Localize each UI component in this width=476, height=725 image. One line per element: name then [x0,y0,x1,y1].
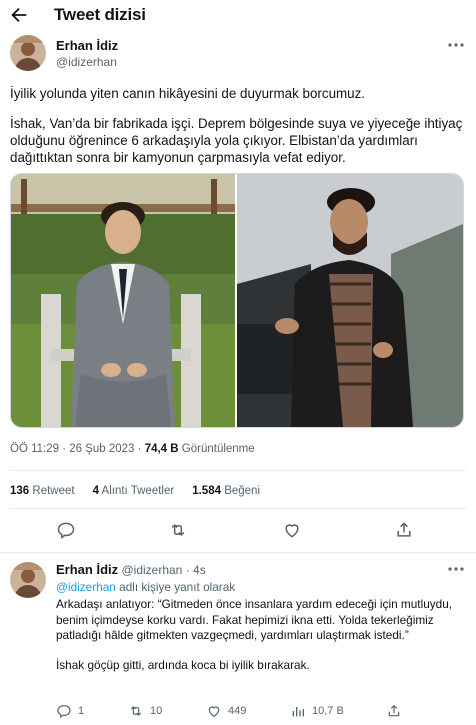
retweets-stat[interactable]: 136 Retweet [10,485,75,497]
retweets-label: Retweet [32,485,75,497]
likes-label: Beğeni [224,485,260,497]
more-button[interactable] [446,38,466,52]
back-button[interactable] [8,4,30,26]
reply-paragraph: Arkadaşı anlatıyor: “Gitmeden önce insan… [56,597,453,642]
author-avatar[interactable] [10,35,46,71]
share-button[interactable] [394,520,416,542]
reply-likes-count: 449 [228,705,247,717]
replying-to-handle[interactable]: @idizerhan [56,580,116,594]
reply-author-line: Erhan İdiz @idizerhan · 4s [56,562,206,577]
reply-views-count: 10,7 B [312,705,344,717]
likes-stat[interactable]: 1.584 Beğeni [192,485,260,497]
quotes-label: Alıntı Tweetler [101,485,175,497]
reply-button[interactable] [56,520,78,542]
more-icon [448,567,464,571]
reply-icon [57,522,75,539]
tweet-time[interactable]: ÖÖ 11:29 · 26 Şub 2023 · [10,443,145,455]
author-handle[interactable]: @idizerhan [56,55,117,69]
retweet-icon [171,523,185,537]
author-name[interactable]: Erhan İdiz [56,38,118,53]
divider [10,470,466,471]
reply-replies-count: 1 [78,705,85,717]
views-label: Görüntülenme [181,443,255,455]
like-icon [285,524,299,538]
views-count: 74,4 B [144,443,179,455]
reply-author-avatar[interactable] [10,562,46,598]
quotes-count: 4 [92,485,99,497]
reply-retweets-count: 10 [150,705,163,717]
retweet-icon [130,706,142,716]
photo-left[interactable] [11,174,235,427]
divider [0,552,476,553]
reply-icon [57,705,71,719]
replying-to: @idizerhan adlı kişiye yanıt olarak [56,580,235,594]
like-icon [208,706,220,718]
retweet-button[interactable] [168,520,190,542]
page-title: Tweet dizisi [54,5,146,24]
reply-retweet-button[interactable]: 10 [128,702,162,720]
reply-time[interactable]: · 4s [186,563,206,577]
retweets-count: 136 [10,485,30,497]
tweet-media[interactable] [10,173,464,428]
likes-count: 1.584 [192,485,221,497]
tweet-actions [0,520,476,544]
reply-share-button[interactable] [386,702,402,720]
more-icon [448,43,464,47]
replying-to-suffix: adlı kişiye yanıt olarak [115,580,236,594]
reply-like-button[interactable]: 449 [206,702,246,720]
views-icon [292,707,304,717]
photo-right[interactable] [237,174,463,427]
top-bar: Tweet dizisi [0,0,476,30]
share-icon [397,522,411,537]
tweet-paragraph: İyilik yolunda yiten canın hikâyesini de… [10,86,366,101]
reply-text: Arkadaşı anlatıyor: “Gitmeden önce insan… [56,597,466,673]
tweet-paragraph: İshak, Van’da bir fabrikada işçi. Deprem… [10,116,463,165]
reply-author-handle[interactable]: @idizerhan [121,563,182,577]
tweet-stats: 136 Retweet 4 Alıntı Tweetler 1.584 Beğe… [10,485,260,497]
tweet-meta: ÖÖ 11:29 · 26 Şub 2023 · 74,4 B Görüntül… [10,443,255,455]
reply-author-name[interactable]: Erhan İdiz [56,562,118,577]
like-button[interactable] [282,520,304,542]
reply-paragraph: İshak göçüp gitti, ardında koca bi iyili… [56,657,310,672]
share-icon [388,704,400,717]
reply-actions: 1 10 449 10,7 B [56,702,466,722]
tweet-text: İyilik yolunda yiten canın hikâyesini de… [10,85,466,102]
reply-reply-button[interactable]: 1 [56,702,84,720]
tweet-text-2: İshak, Van’da bir fabrikada işçi. Deprem… [10,115,466,166]
arrow-left-icon [11,7,27,23]
quotes-stat[interactable]: 4 Alıntı Tweetler [93,485,175,497]
reply-more-button[interactable] [446,562,466,576]
reply-views-button[interactable]: 10,7 B [290,702,344,720]
divider [10,508,466,509]
